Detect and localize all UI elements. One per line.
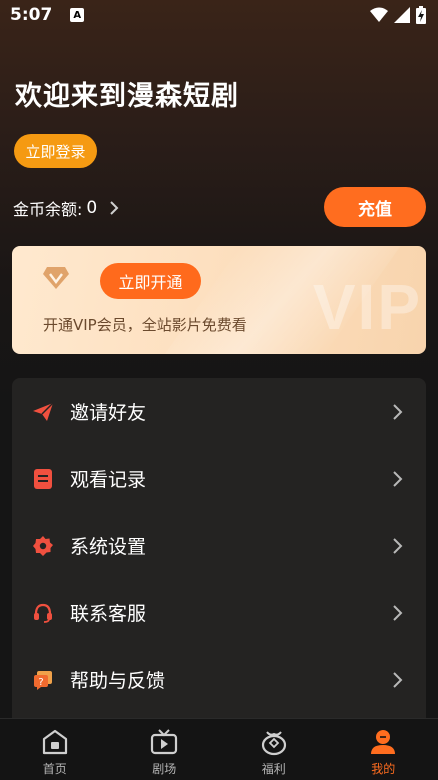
tab-label: 我的 <box>371 762 396 776</box>
gift-bag-icon <box>261 731 286 756</box>
recharge-button[interactable]: 充值 <box>324 187 426 227</box>
status-time: 5:07 <box>10 5 53 25</box>
coin-balance-row[interactable]: 金币余额: 0 <box>13 196 119 220</box>
menu-item-history[interactable]: 观看记录 <box>12 445 426 512</box>
vip-card[interactable]: VIP 立即开通 开通VIP会员，全站影片免费看 <box>12 246 426 354</box>
notification-a-icon: A <box>70 8 85 22</box>
chevron-right-icon <box>393 470 403 487</box>
menu-item-feedback[interactable]: ? 帮助与反馈 <box>12 646 426 713</box>
vip-watermark: VIP <box>312 271 422 343</box>
tab-welfare[interactable]: 福利 <box>219 719 329 780</box>
tab-mine[interactable]: 我的 <box>329 719 438 780</box>
chevron-right-icon <box>393 604 403 621</box>
vip-description: 开通VIP会员，全站影片免费看 <box>43 316 247 334</box>
bottom-tab-bar: 首页 剧场 福利 我的 <box>0 718 438 780</box>
coin-balance-value: 0 <box>86 198 98 218</box>
gear-icon <box>32 535 54 557</box>
menu-item-label: 观看记录 <box>70 469 147 491</box>
welcome-title: 欢迎来到漫森短剧 <box>15 81 239 112</box>
menu-item-label: 系统设置 <box>70 536 147 558</box>
menu-item-invite[interactable]: 邀请好友 <box>12 378 426 445</box>
menu-item-settings[interactable]: 系统设置 <box>12 512 426 579</box>
login-button[interactable]: 立即登录 <box>14 134 97 168</box>
vip-open-button[interactable]: 立即开通 <box>100 263 201 299</box>
coin-balance-label: 金币余额: <box>13 200 83 219</box>
chevron-right-icon <box>110 201 119 215</box>
feedback-icon: ? <box>32 669 54 691</box>
chevron-right-icon <box>393 671 403 688</box>
status-icons <box>370 6 426 24</box>
tab-label: 剧场 <box>152 762 177 776</box>
tab-label: 首页 <box>42 762 67 776</box>
menu-item-label: 联系客服 <box>70 603 147 625</box>
tv-icon <box>151 729 178 755</box>
diamond-icon <box>43 267 69 289</box>
menu-item-support[interactable]: 联系客服 <box>12 579 426 646</box>
chevron-right-icon <box>393 403 403 420</box>
menu-item-label: 帮助与反馈 <box>70 670 166 692</box>
tab-theater[interactable]: 剧场 <box>110 719 220 780</box>
chevron-right-icon <box>393 537 403 554</box>
wifi-icon <box>370 7 388 22</box>
signal-icon <box>394 7 410 23</box>
tab-label: 福利 <box>261 762 286 776</box>
battery-icon <box>416 6 426 24</box>
tab-home[interactable]: 首页 <box>0 719 110 780</box>
headset-icon <box>32 602 54 624</box>
menu-item-label: 邀请好友 <box>70 402 147 424</box>
settings-menu: 邀请好友 观看记录 系统设置 联系客服 ? 帮助与反馈 <box>12 378 426 723</box>
user-icon <box>371 730 396 754</box>
paper-plane-icon <box>32 401 54 423</box>
status-bar: 5:07 A <box>0 0 438 30</box>
svg-text:?: ? <box>38 677 43 688</box>
history-doc-icon <box>32 468 54 490</box>
home-icon <box>42 729 67 755</box>
